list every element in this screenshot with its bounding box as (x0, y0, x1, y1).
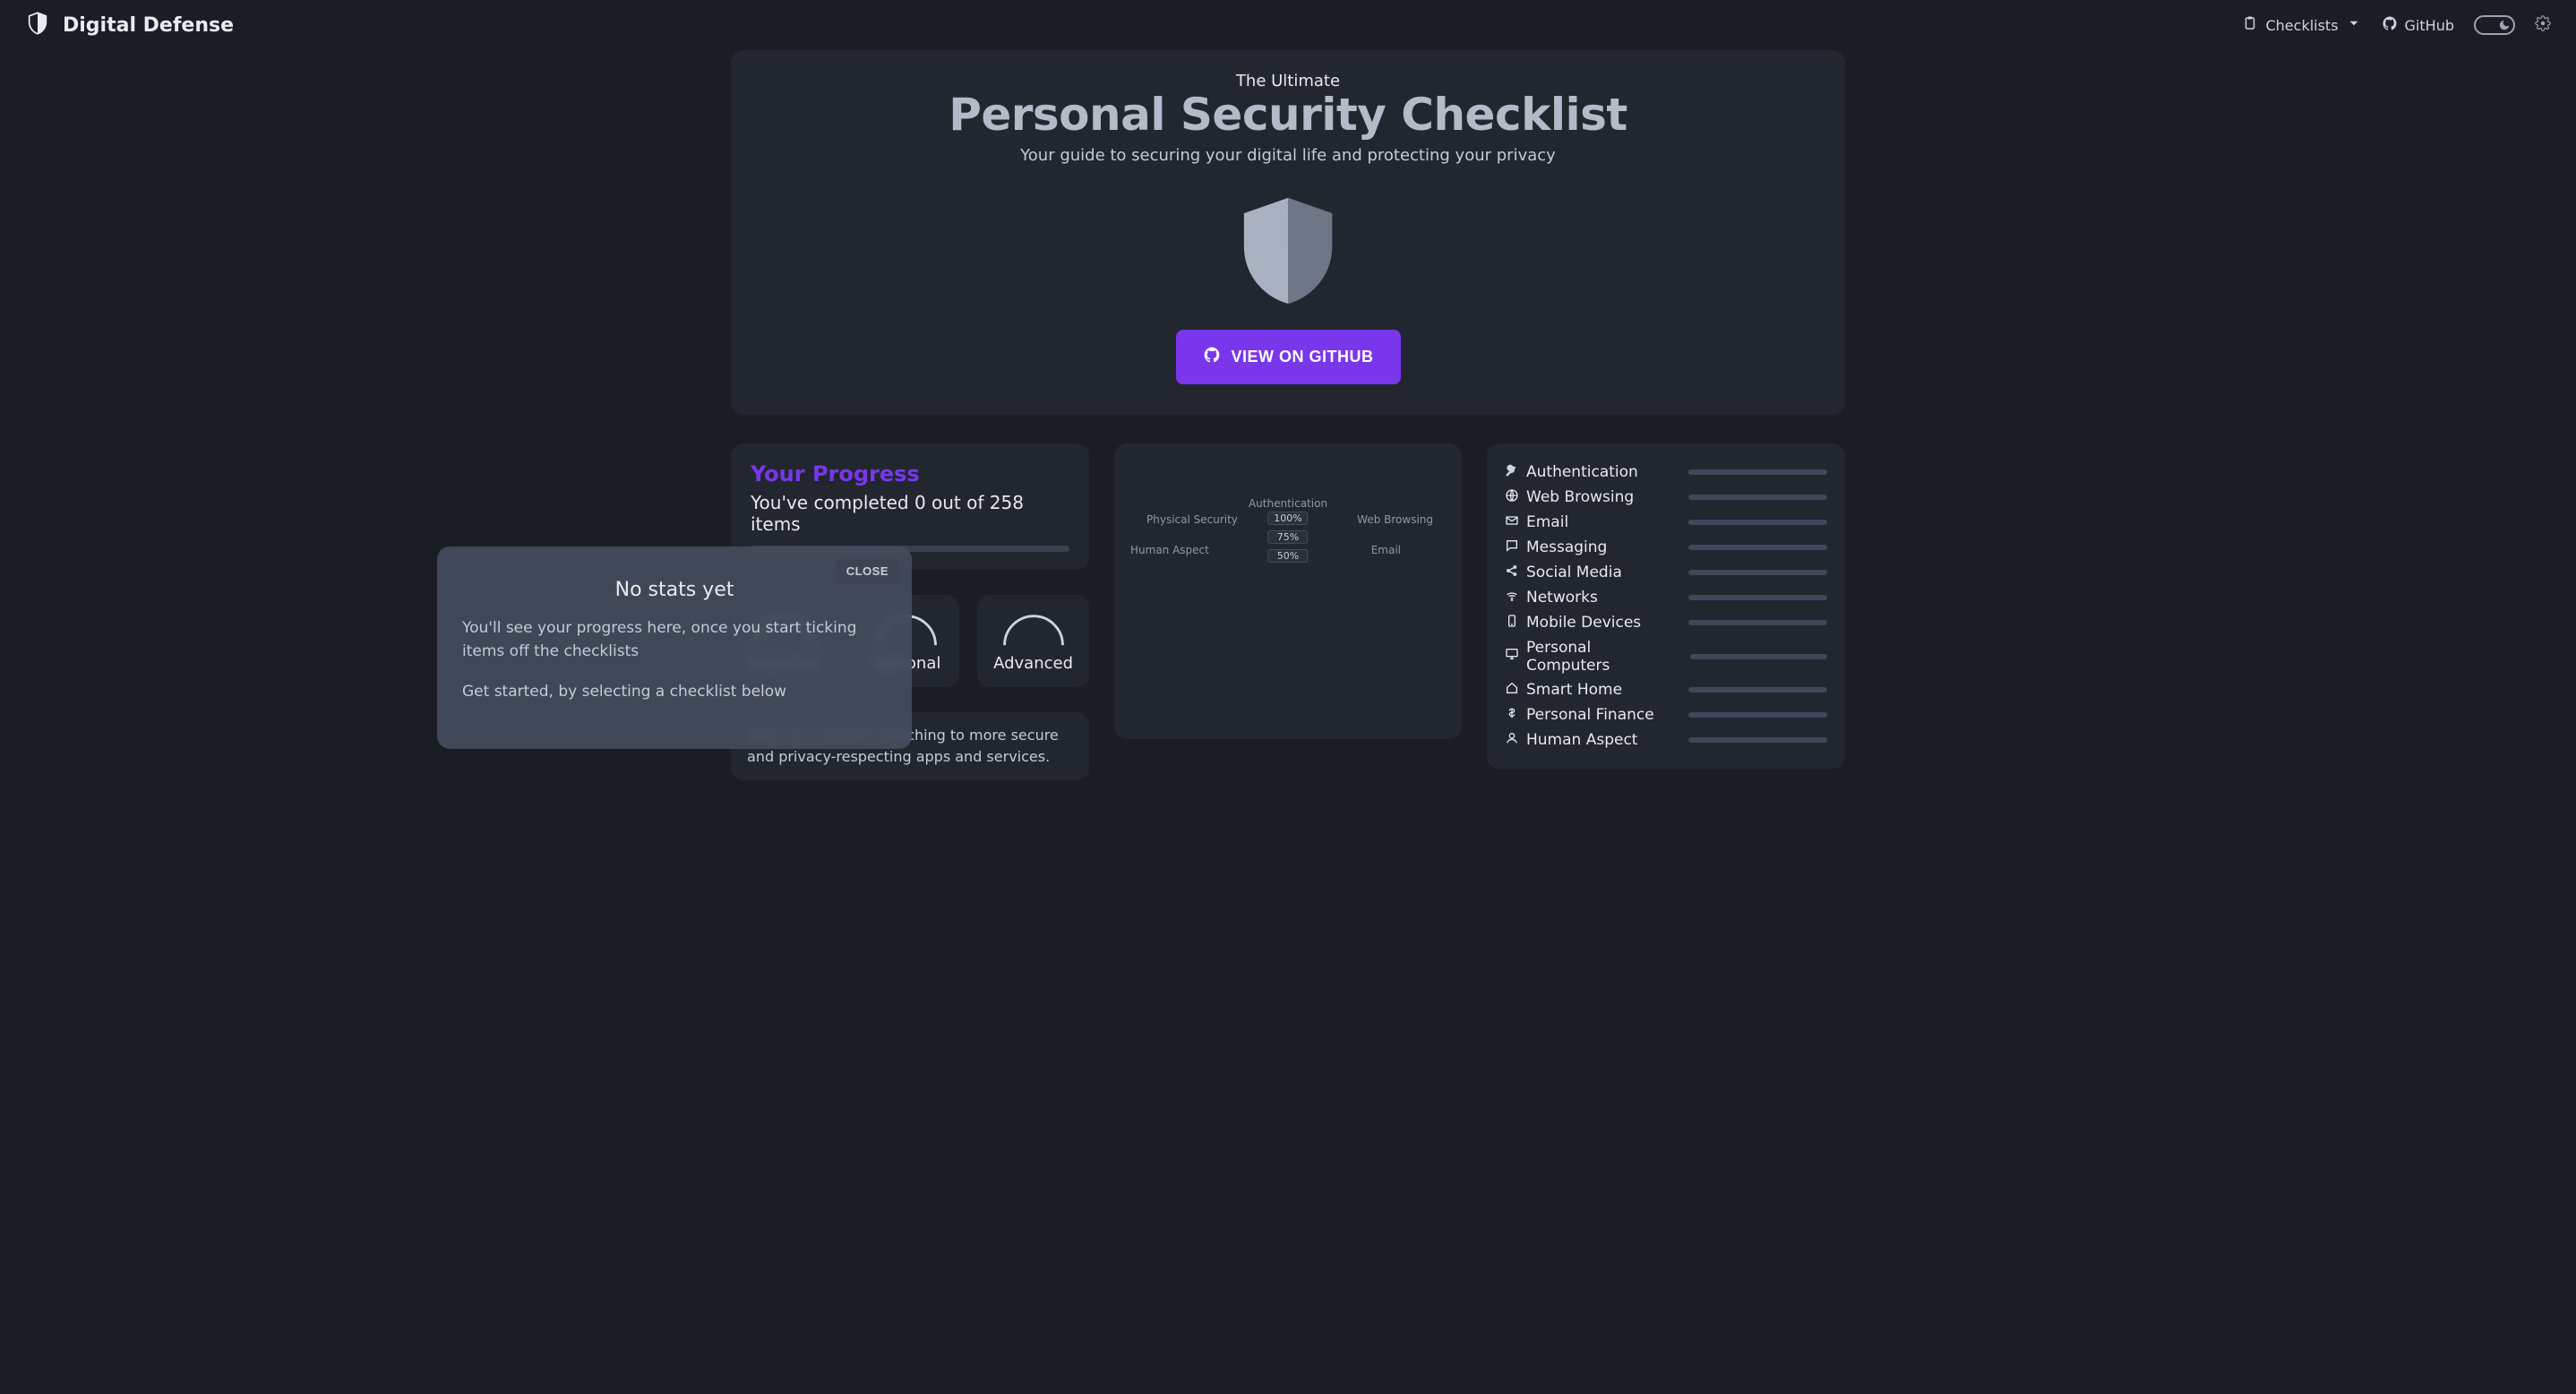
category-row-email[interactable]: Email (1505, 510, 1827, 535)
category-row-personal-computers[interactable]: Personal Computers (1505, 635, 1827, 677)
category-row-web-browsing[interactable]: Web Browsing (1505, 485, 1827, 510)
category-progress-bar (1688, 469, 1827, 475)
category-name: Smart Home (1526, 681, 1622, 699)
category-row-networks[interactable]: Networks (1505, 585, 1827, 610)
categories-card: Authentication Web Browsing Email Messag… (1487, 443, 1845, 769)
category-row-personal-finance[interactable]: Personal Finance (1505, 702, 1827, 727)
category-name: Personal Finance (1526, 706, 1654, 724)
radar-label-email: Email (1371, 544, 1401, 556)
shield-icon (25, 11, 50, 39)
category-row-social-media[interactable]: Social Media (1505, 560, 1827, 585)
moon-icon (2497, 18, 2512, 32)
share-icon (1505, 564, 1519, 582)
category-name: Web Browsing (1526, 488, 1634, 506)
category-row-smart-home[interactable]: Smart Home (1505, 677, 1827, 702)
hero-subtitle: Your guide to securing your digital life… (731, 146, 1845, 165)
nav-checklists[interactable]: Checklists (2242, 15, 2361, 35)
category-progress-bar (1688, 520, 1827, 525)
category-name: Networks (1526, 589, 1598, 607)
category-row-messaging[interactable]: Messaging (1505, 535, 1827, 560)
no-stats-modal: CLOSE No stats yet You'll see your progr… (437, 546, 912, 749)
user-icon (1505, 731, 1519, 750)
globe-icon (1505, 488, 1519, 507)
category-name: Messaging (1526, 538, 1607, 556)
view-on-github-button[interactable]: VIEW ON GITHUB (1176, 330, 1401, 384)
category-name: Authentication (1526, 463, 1638, 481)
progress-title: Your Progress (751, 461, 1069, 486)
theme-toggle[interactable] (2474, 15, 2515, 35)
category-progress-bar (1688, 620, 1827, 625)
home-icon (1505, 681, 1519, 700)
settings-icon[interactable] (2535, 15, 2551, 35)
chat-icon (1505, 538, 1519, 557)
modal-text: You'll see your progress here, once you … (462, 617, 887, 663)
category-row-mobile-devices[interactable]: Mobile Devices (1505, 610, 1827, 635)
github-icon (2382, 15, 2398, 35)
modal-title: No stats yet (462, 579, 887, 601)
category-progress-bar (1688, 737, 1827, 743)
phone-icon (1505, 614, 1519, 632)
gauge-icon (999, 611, 1069, 649)
category-row-human-aspect[interactable]: Human Aspect (1505, 727, 1827, 753)
category-progress-bar (1688, 712, 1827, 718)
category-name: Human Aspect (1526, 731, 1637, 749)
category-name: Mobile Devices (1526, 614, 1641, 632)
hero-eyebrow: The Ultimate (731, 72, 1845, 90)
chevron-down-icon (2346, 15, 2362, 35)
category-name: Social Media (1526, 564, 1622, 581)
category-progress-bar (1688, 545, 1827, 550)
category-progress-bar (1688, 495, 1827, 500)
close-button[interactable]: CLOSE (836, 559, 899, 583)
modal-text: Get started, by selecting a checklist be… (462, 681, 887, 704)
key-icon (1505, 463, 1519, 482)
radar-card: Authentication Web Browsing Email Physic… (1114, 443, 1462, 739)
category-progress-bar (1690, 654, 1827, 659)
radar-label-web-browsing: Web Browsing (1357, 513, 1433, 526)
category-progress-bar (1688, 570, 1827, 575)
nav-github[interactable]: GitHub (2382, 15, 2454, 35)
hero: The Ultimate Personal Security Checklist… (731, 50, 1845, 415)
category-row-authentication[interactable]: Authentication (1505, 460, 1827, 485)
category-name: Email (1526, 513, 1568, 531)
envelope-icon (1505, 513, 1519, 532)
radar-ring-label: 100% (1267, 512, 1308, 525)
category-progress-bar (1688, 595, 1827, 600)
radar-label-authentication: Authentication (1249, 497, 1327, 510)
tier-card-advanced[interactable]: Advanced (977, 595, 1089, 687)
nav-label: GitHub (2405, 17, 2454, 34)
logo-group[interactable]: Digital Defense (25, 11, 234, 39)
nav-label: Checklists (2265, 17, 2338, 34)
radar-ring-label: 75% (1267, 530, 1308, 544)
dollar-icon (1505, 706, 1519, 725)
radar-label-human-aspect: Human Aspect (1130, 544, 1209, 556)
tier-name: Advanced (993, 654, 1073, 673)
category-progress-bar (1688, 687, 1827, 693)
radar-ring-label: 50% (1267, 549, 1308, 563)
button-label: VIEW ON GITHUB (1232, 348, 1374, 366)
radar-label-physical-security: Physical Security (1146, 513, 1238, 526)
hero-title: Personal Security Checklist (731, 89, 1845, 141)
site-title: Digital Defense (63, 14, 234, 37)
desktop-icon (1505, 647, 1519, 666)
github-icon (1203, 346, 1221, 368)
wifi-icon (1505, 589, 1519, 607)
progress-text: You've completed 0 out of 258 items (751, 492, 1069, 535)
clipboard-icon (2242, 15, 2258, 35)
category-name: Personal Computers (1526, 639, 1678, 675)
shield-icon (1235, 194, 1341, 306)
